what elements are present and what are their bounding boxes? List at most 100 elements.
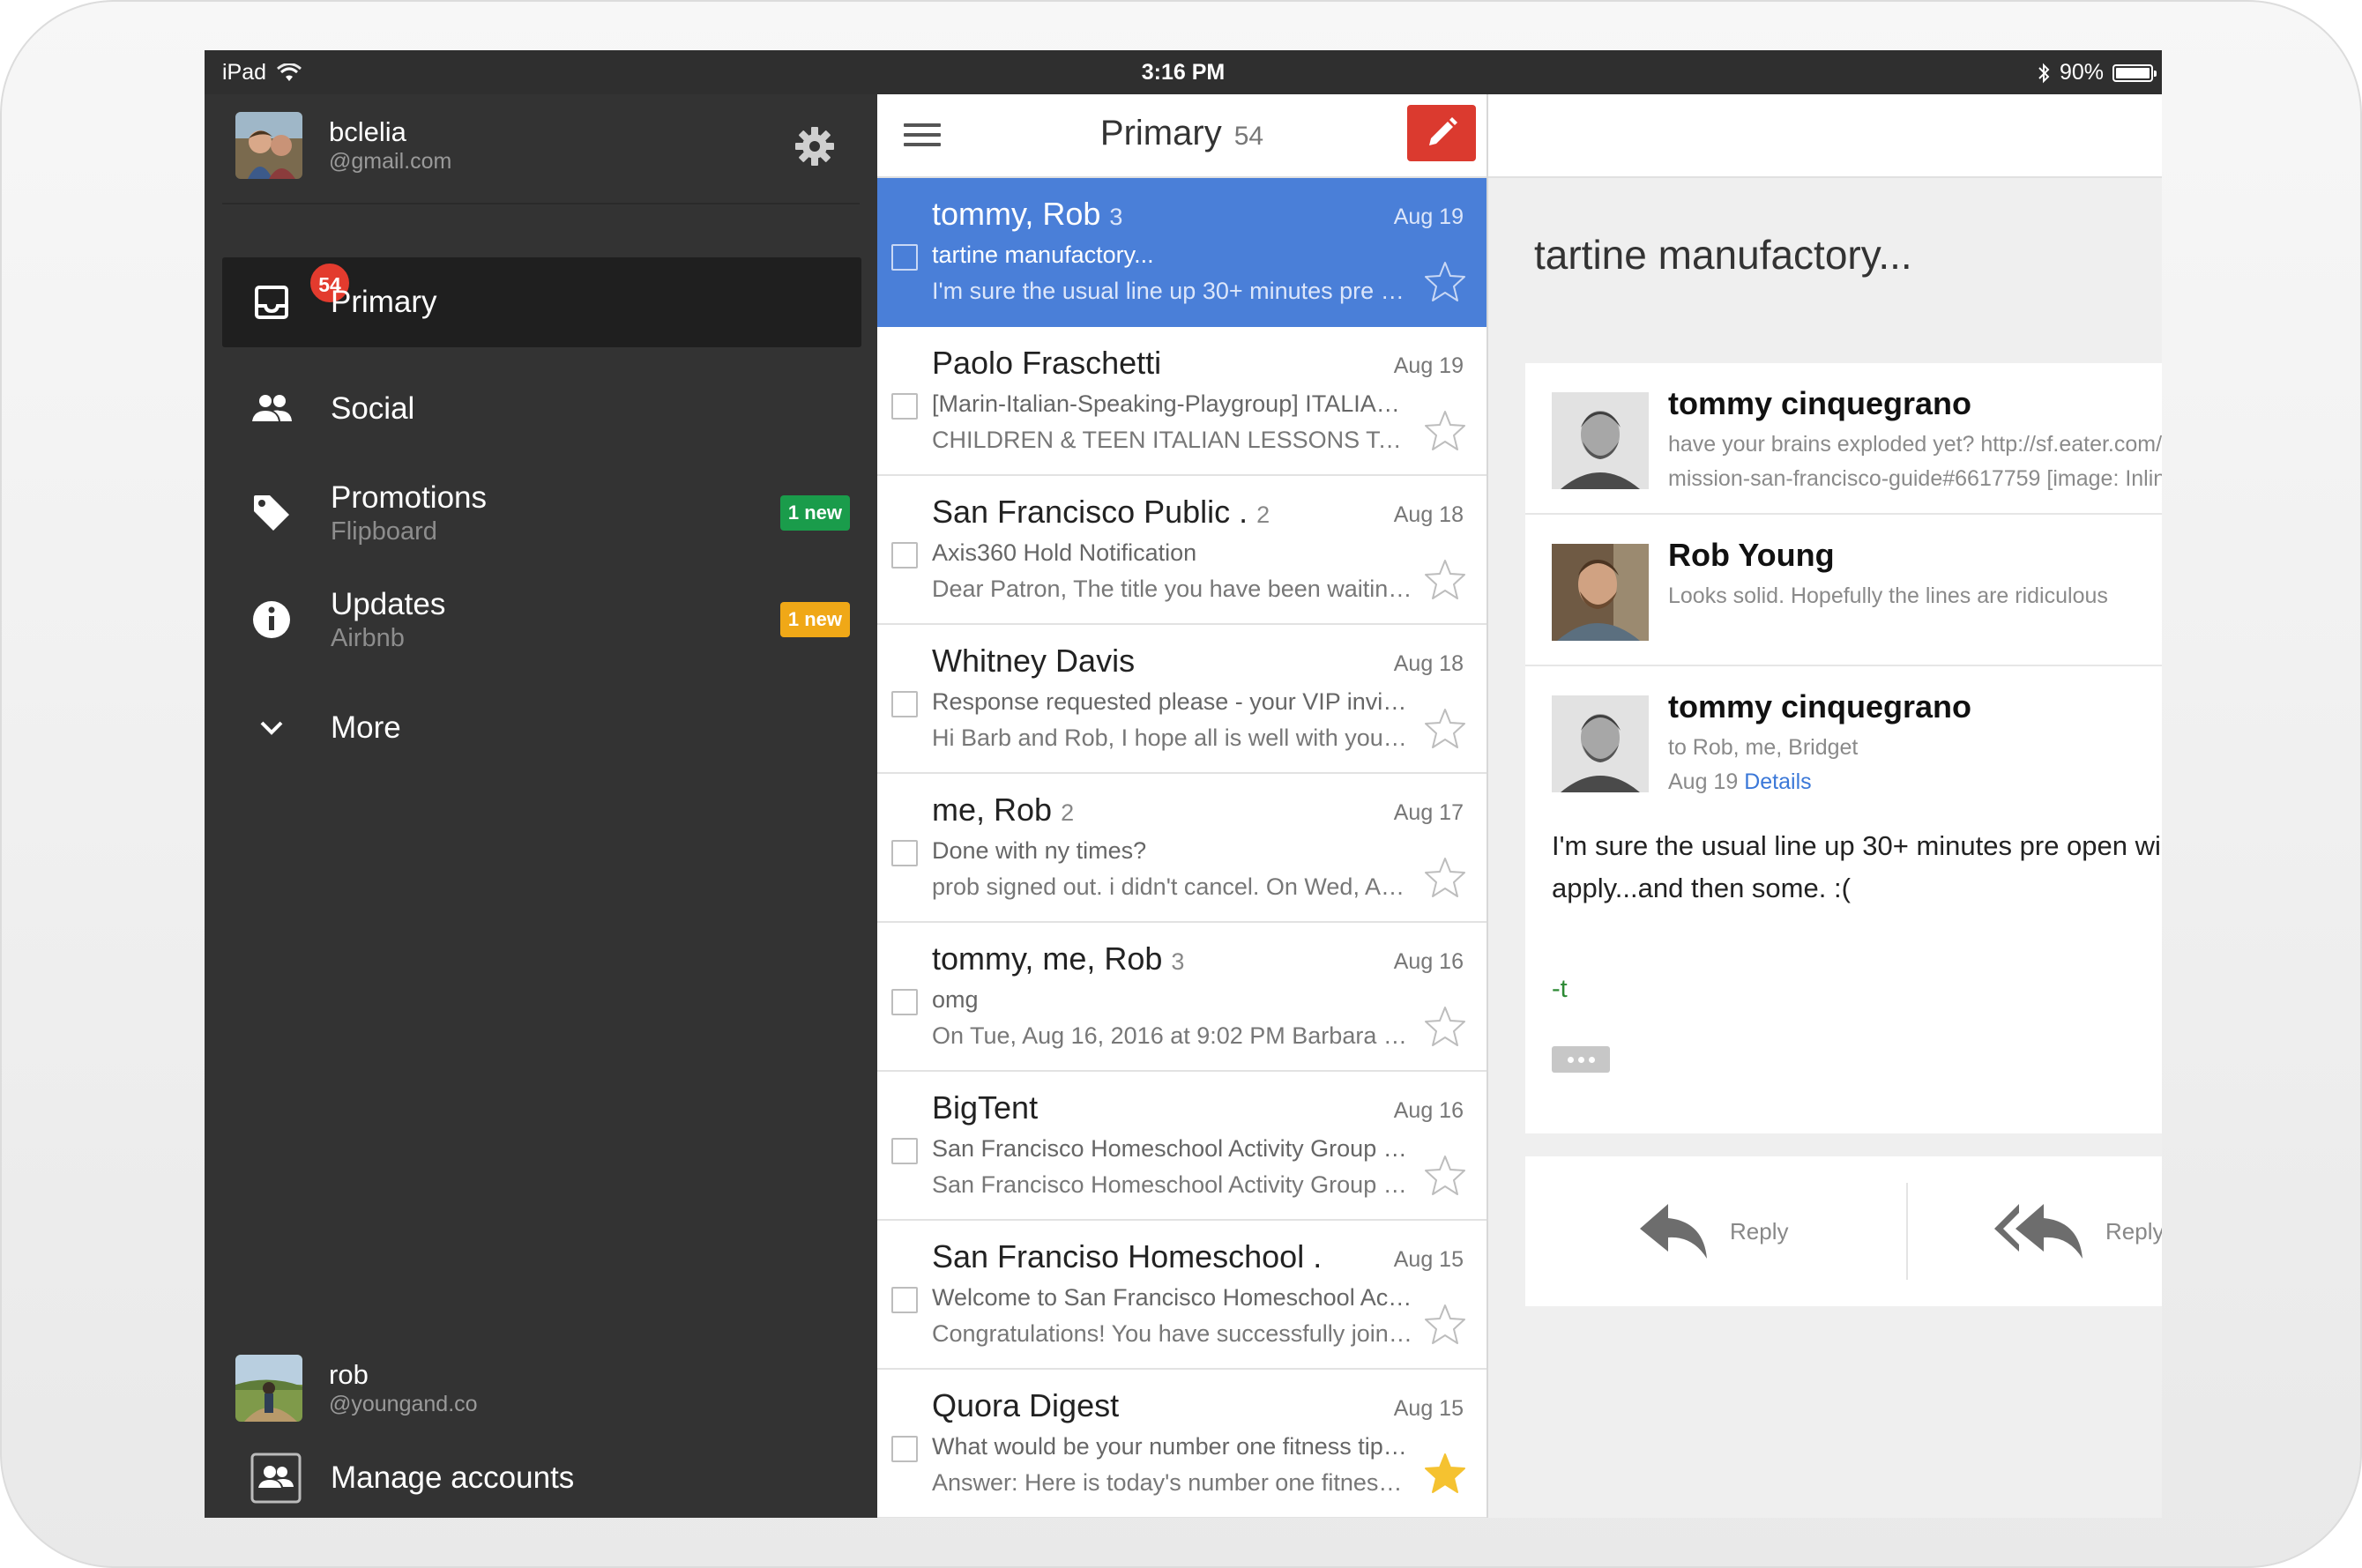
- list-header: Primary 54: [877, 94, 1486, 178]
- message-preview: have your brains exploded yet? http://sf…: [1668, 432, 2162, 457]
- secondary-account[interactable]: rob @youngand.co: [235, 1355, 478, 1422]
- account-email: @gmail.com: [329, 149, 452, 174]
- select-checkbox[interactable]: [891, 542, 918, 568]
- select-checkbox[interactable]: [891, 393, 918, 420]
- message-snippet: San Francisco Homeschool Activity Group …: [932, 1171, 1412, 1198]
- message-subject: San Francisco Homeschool Activity Group …: [932, 1135, 1412, 1162]
- star-icon[interactable]: [1423, 707, 1467, 751]
- message-row[interactable]: me, Rob 2 Aug 17 Done with ny times? prob si…: [877, 774, 1486, 923]
- screen: iPad 3:16 PM 90% bclelia @gmail.com 54 P…: [205, 50, 2162, 1518]
- star-icon[interactable]: [1423, 1154, 1467, 1198]
- battery-icon: [2112, 63, 2157, 82]
- message-row[interactable]: tommy, Rob 3 Aug 19 tartine manufactory... I…: [877, 178, 1486, 327]
- manage-accounts-button[interactable]: Manage accounts: [205, 1438, 877, 1518]
- message-rows: tommy, Rob 3 Aug 19 tartine manufactory... I…: [877, 178, 1486, 1518]
- message-subject: omg: [932, 986, 979, 1013]
- star-icon[interactable]: [1423, 1303, 1467, 1347]
- message-snippet: Answer: Here is today's number one fitne…: [932, 1469, 1412, 1496]
- nav-item-more[interactable]: More: [205, 683, 877, 773]
- pane-toolbar: [1488, 94, 2162, 178]
- message-row[interactable]: Paolo Fraschetti Aug 19 [Marin-Italian-Spe…: [877, 327, 1486, 476]
- message-sender: tommy, me, Rob 3: [932, 940, 1184, 977]
- account-name: rob: [329, 1359, 369, 1390]
- chevron-down-icon: [250, 707, 293, 749]
- details-link[interactable]: Details: [1744, 769, 1811, 794]
- manage-accounts-icon: [250, 1453, 302, 1504]
- select-checkbox[interactable]: [891, 840, 918, 866]
- message-row[interactable]: Quora Digest Aug 15 What would be your num…: [877, 1370, 1486, 1518]
- message-preview: Looks solid. Hopefully the lines are rid…: [1668, 583, 2108, 608]
- sender-name: tommy cinquegrano: [1668, 688, 1972, 725]
- select-checkbox[interactable]: [891, 244, 918, 271]
- message-subject: tartine manufactory...: [932, 242, 1154, 268]
- new-badge: 1 new: [779, 495, 850, 531]
- message-date: Aug 17: [1393, 800, 1464, 825]
- sender-names: tommy, me, Rob: [932, 940, 1163, 977]
- message-subject: What would be your number one fitness ti…: [932, 1433, 1412, 1460]
- select-checkbox[interactable]: [891, 1436, 918, 1462]
- action-divider: [1906, 1183, 1908, 1280]
- compose-button[interactable]: [1407, 105, 1476, 161]
- thread-count: 2: [1256, 502, 1270, 528]
- message-date: Aug 19: [1393, 353, 1464, 378]
- info-icon: [250, 598, 293, 641]
- nav-label: Promotions: [331, 480, 488, 515]
- nav-item-primary[interactable]: 54 Primary: [222, 257, 861, 347]
- sender-names: San Francisco Public .: [932, 494, 1248, 530]
- nav-sublabel: Airbnb: [331, 624, 405, 652]
- avatar: [235, 112, 302, 179]
- inbox-icon: 54: [250, 262, 351, 323]
- reply-button[interactable]: Reply: [1638, 1156, 1788, 1306]
- message-body-line: I'm sure the usual line up 30+ minutes p…: [1552, 830, 2162, 861]
- message-date: Aug 15: [1393, 1247, 1464, 1272]
- expanded-message: tommy cinquegrano to Rob, me, Bridget Au…: [1525, 666, 2162, 1133]
- message-row[interactable]: San Franciso Homeschool . Aug 15 Welcome t…: [877, 1221, 1486, 1370]
- status-time: 3:16 PM: [1141, 60, 1226, 85]
- reply-label: Reply: [1730, 1217, 1789, 1245]
- message-sender: tommy, Rob 3: [932, 196, 1122, 233]
- nav-label: Primary: [331, 285, 437, 319]
- reply-all-label: Reply all: [2105, 1217, 2162, 1245]
- select-checkbox[interactable]: [891, 1138, 918, 1164]
- message-row[interactable]: tommy, me, Rob 3 Aug 16 omg On Tue, Aug 16, …: [877, 923, 1486, 1072]
- nav-item-social[interactable]: Social: [205, 364, 877, 454]
- collapsed-message[interactable]: tommy cinquegrano have your brains explo…: [1525, 363, 2162, 515]
- reply-all-icon: [1994, 1204, 2083, 1259]
- message-row[interactable]: Whitney Davis Aug 18 Response requested pl…: [877, 625, 1486, 774]
- sender-names: BigTent: [932, 1089, 1039, 1126]
- show-trimmed-button[interactable]: [1552, 1046, 1610, 1073]
- collapsed-message[interactable]: Rob Young Looks solid. Hopefully the lin…: [1525, 515, 2162, 666]
- message-sender: me, Rob 2: [932, 791, 1074, 829]
- star-icon[interactable]: [1423, 409, 1467, 453]
- message-row[interactable]: San Francisco Public . 2 Aug 18 Axis360 Hol…: [877, 476, 1486, 625]
- select-checkbox[interactable]: [891, 691, 918, 717]
- select-checkbox[interactable]: [891, 1287, 918, 1313]
- sender-name: tommy cinquegrano: [1668, 385, 1972, 421]
- nav-item-updates[interactable]: Updates Airbnb 1 new: [205, 575, 877, 665]
- star-icon[interactable]: [1423, 260, 1467, 304]
- sender-name: Rob Young: [1668, 537, 1835, 573]
- reply-actions: Reply Reply all: [1525, 1156, 2162, 1306]
- sender-names: Whitney Davis: [932, 643, 1136, 679]
- settings-gear-icon[interactable]: [794, 125, 836, 167]
- message-snippet: I'm sure the usual line up 30+ minutes p…: [932, 278, 1412, 304]
- nav-label: More: [331, 710, 401, 745]
- reply-all-button[interactable]: Reply all: [1993, 1156, 2162, 1306]
- select-checkbox[interactable]: [891, 989, 918, 1015]
- star-icon[interactable]: [1423, 1452, 1467, 1496]
- message-body-line: apply...and then some. :(: [1552, 873, 1851, 903]
- star-icon[interactable]: [1423, 558, 1467, 602]
- message-row[interactable]: BigTent Aug 16 San Francisco Homeschool Ac…: [877, 1072, 1486, 1221]
- nav-item-promotions[interactable]: Promotions Flipboard 1 new: [205, 468, 877, 558]
- message-subject: Welcome to San Francisco Homeschool Acti…: [932, 1284, 1412, 1311]
- message-snippet: Hi Barb and Rob, I hope all is well with…: [932, 725, 1412, 751]
- sender-names: tommy, Rob: [932, 196, 1101, 232]
- star-icon[interactable]: [1423, 856, 1467, 900]
- message-date: Aug 16: [1393, 1098, 1464, 1123]
- current-account[interactable]: bclelia @gmail.com: [235, 112, 451, 179]
- message-snippet: prob signed out. i didn't cancel. On Wed…: [932, 873, 1412, 900]
- battery-percent: 90%: [2059, 60, 2104, 85]
- star-icon[interactable]: [1423, 1005, 1467, 1049]
- account-name: bclelia: [329, 116, 406, 147]
- message-sender: Quora Digest: [932, 1387, 1128, 1424]
